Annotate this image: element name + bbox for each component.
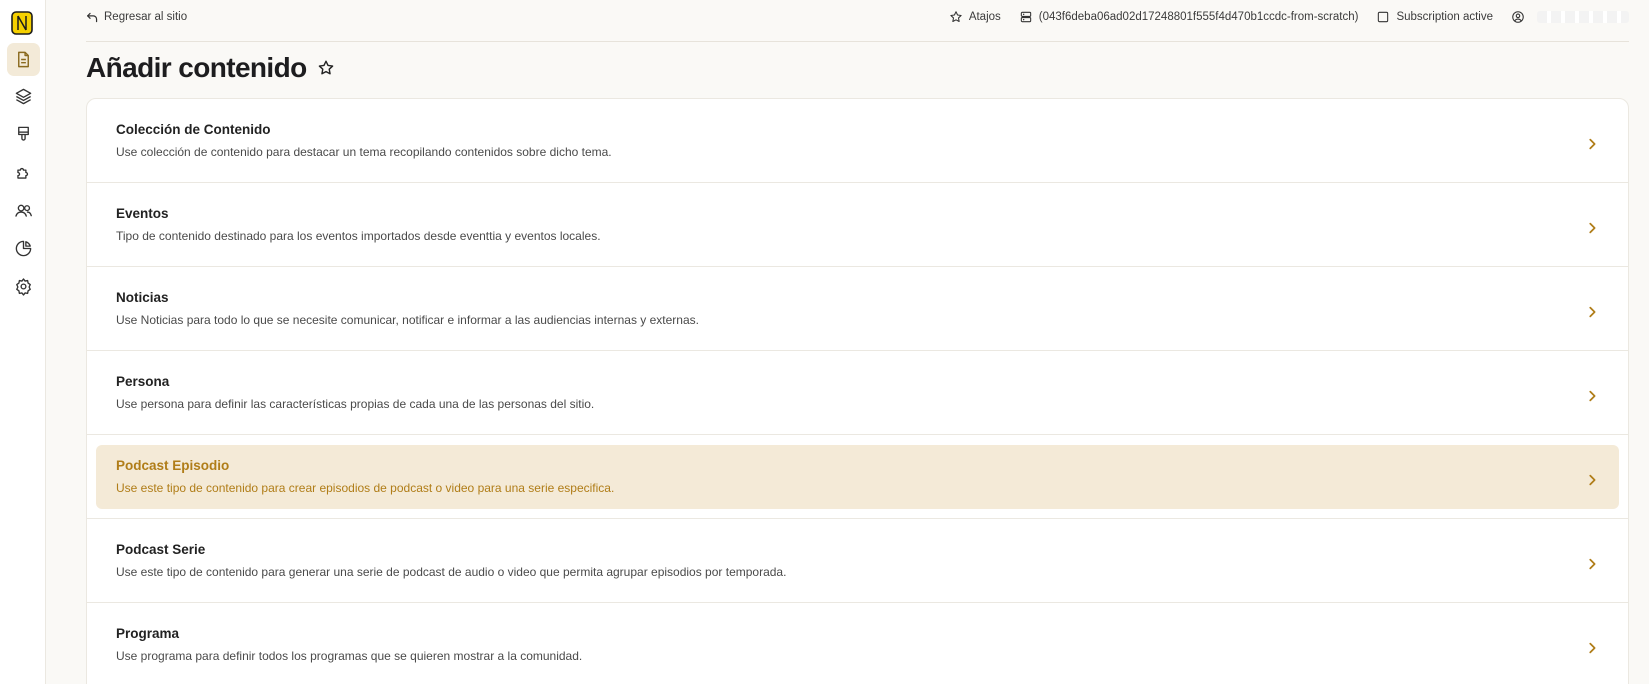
row-title: Persona [116,374,170,389]
layers-icon [15,88,32,105]
content-type-row-persona[interactable]: Persona Use persona para definir las car… [87,351,1628,435]
content-type-row-podcast-serie[interactable]: Podcast Serie Use este tipo de contenido… [87,519,1628,603]
settings-icon [16,278,31,296]
content-type-row-programa[interactable]: Programa Use programa para definir todos… [87,603,1628,684]
row-title: Podcast Episodio [116,458,230,473]
star-icon [950,11,962,23]
content-type-row-coleccion[interactable]: Colección de Contenido Use colección de … [87,99,1628,183]
user-circle-icon [1512,11,1524,23]
topbar-actions: Atajos (043f6deba06ad02d17248801f555f4d4… [931,9,1629,25]
subscription-status[interactable]: Subscription active [1376,10,1493,24]
chevron-right-icon [1589,642,1596,654]
row-description: Use programa para definir todos los prog… [116,649,583,663]
chevron-right-icon [1589,138,1596,150]
shortcuts-label: Atajos [968,11,1001,23]
sidebar-item-users[interactable] [7,194,40,227]
row-surface: Colección de Contenido Use colección de … [96,109,1619,173]
back-to-site-link[interactable]: Regresar al sitio [86,9,187,25]
row-description: Tipo de contenido destinado para los eve… [116,229,601,243]
row-surface: Programa Use programa para definir todos… [96,613,1619,677]
sidebar-item-content[interactable] [7,43,40,76]
brush-icon [18,126,29,141]
content-type-row-noticias[interactable]: Noticias Use Noticias para todo lo que s… [87,267,1628,351]
content-icon [18,51,29,68]
row-title: Programa [116,626,180,641]
analytics-icon [15,240,32,257]
row-surface: Noticias Use Noticias para todo lo que s… [96,277,1619,341]
sidebar [0,0,46,684]
row-description: Use colección de contenido para destacar… [116,145,612,159]
row-title: Podcast Serie [116,542,206,557]
sidebar-item-layers[interactable] [7,80,40,113]
row-description: Use este tipo de contenido para crear ep… [116,481,615,495]
page-title: Añadir contenido [86,52,307,83]
favorite-star-icon[interactable] [317,59,335,77]
chevron-right-icon [1589,222,1596,234]
user-name-redacted [1537,11,1629,23]
row-surface: Persona Use persona para definir las car… [96,361,1619,425]
row-surface-highlighted: Podcast Episodio Use este tipo de conten… [96,445,1619,509]
chevron-right-icon [1589,306,1596,318]
site-selector[interactable]: (043f6deba06ad02d17248801f555f4d470b1ccd… [1019,10,1359,24]
subscription-label: Subscription active [1396,11,1493,23]
row-title: Noticias [116,290,169,305]
chevron-right-icon [1589,474,1596,486]
content-type-list: Colección de Contenido Use colección de … [86,98,1629,684]
content-type-row-eventos[interactable]: Eventos Tipo de contenido destinado para… [87,183,1628,267]
user-menu[interactable] [1511,10,1629,24]
row-surface: Podcast Serie Use este tipo de contenido… [96,529,1619,593]
chevron-right-icon [1589,558,1596,570]
site-id-label: (043f6deba06ad02d17248801f555f4d470b1ccd… [1038,11,1359,23]
sidebar-item-extensions[interactable] [7,156,40,189]
content-type-row-podcast-episodio[interactable]: Podcast Episodio Use este tipo de conten… [87,435,1628,519]
sidebar-item-settings[interactable] [7,270,40,303]
return-arrow-icon [87,12,98,22]
row-description: Use persona para definir las característ… [116,397,595,411]
topbar: Regresar al sitio Atajos (043f6deba06ad0… [86,0,1629,42]
back-link-label: Regresar al sitio [104,11,188,23]
extensions-icon [17,167,29,179]
chevron-right-icon [1589,390,1596,402]
sidebar-item-appearance[interactable] [7,118,40,151]
row-description: Use Noticias para todo lo que se necesit… [116,313,699,327]
server-icon [1020,11,1031,23]
row-surface: Eventos Tipo de contenido destinado para… [96,193,1619,257]
row-title: Eventos [116,206,169,221]
row-description: Use este tipo de contenido para generar … [116,565,787,579]
people-icon [15,204,32,217]
checkbox-icon [1378,11,1389,23]
shortcuts-button[interactable]: Atajos [949,10,1001,24]
app-root: Regresar al sitio Atajos (043f6deba06ad0… [0,0,1649,684]
sidebar-item-analytics[interactable] [7,232,40,265]
row-title: Colección de Contenido [116,122,271,137]
brand-logo[interactable] [11,11,33,35]
page-header: Añadir contenido [86,50,335,86]
